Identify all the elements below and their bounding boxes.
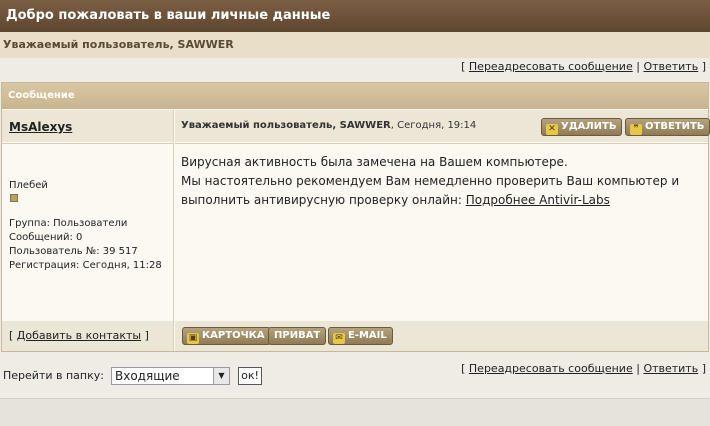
author-stats: Группа: Пользователи Сообщений: 0 Пользо… <box>9 217 162 273</box>
message-actions-top: [ Переадресовать сообщение | Ответить ] <box>461 60 706 73</box>
author-rank: Плебей <box>9 180 48 191</box>
reply-link[interactable]: Ответить <box>643 60 698 73</box>
dropdown-arrow-icon[interactable]: ▼ <box>213 368 229 384</box>
page-title: Добро пожаловать в ваши личные данные <box>0 0 710 32</box>
reply-link[interactable]: Ответить <box>643 362 698 375</box>
message-frame: Сообщение MsAlexys Уважаемый пользовател… <box>1 82 710 352</box>
private-label: ПРИВАТ <box>274 330 321 341</box>
bracket-open: [ <box>9 329 14 342</box>
author-link[interactable]: MsAlexys <box>9 120 72 134</box>
card-label: КАРТОЧКА <box>202 330 265 341</box>
bracket-close: ] <box>701 60 706 73</box>
reply-button[interactable]: ❞ ОТВЕТИТЬ <box>625 118 710 136</box>
quote-icon: ❞ <box>630 124 642 135</box>
forward-message-link[interactable]: Переадресовать сообщение <box>469 60 633 73</box>
reply-label: ОТВЕТИТЬ <box>645 121 705 132</box>
delete-button[interactable]: ✕ УДАЛИТЬ <box>541 118 623 136</box>
private-message-button[interactable]: ПРИВАТ <box>268 327 327 345</box>
bottom-band <box>0 398 710 426</box>
stat-posts: Сообщений: 0 <box>9 232 83 243</box>
email-label: E-MAIL <box>348 330 387 341</box>
welcome-banner: Уважаемый пользователь, SAWWER <box>0 32 710 58</box>
message-body-cell: Вирусная активность была замечена на Ваш… <box>175 143 708 321</box>
rank-pip-icon <box>10 194 18 202</box>
ok-button[interactable]: ок! <box>238 367 262 385</box>
bracket-close: ] <box>144 329 149 342</box>
profile-card-button[interactable]: ▣ КАРТОЧКА <box>182 327 271 345</box>
add-contact: [ Добавить в контакты ] <box>9 329 149 342</box>
message-section-header: Сообщение <box>2 83 708 109</box>
card-icon: ▣ <box>187 333 199 344</box>
delete-icon: ✕ <box>546 124 558 135</box>
bracket-open: [ <box>461 60 466 73</box>
profile-buttons: ▣ КАРТОЧКА ПРИВАТ ✉ E-MAIL <box>175 321 708 351</box>
forward-message-link[interactable]: Переадресовать сообщение <box>469 362 633 375</box>
message-subject: Уважаемый пользователь, SAWWER, Сегодня,… <box>181 120 476 131</box>
author-info: Плебей Группа: Пользователи Сообщений: 0… <box>2 143 174 321</box>
envelope-icon: ✉ <box>333 333 345 344</box>
message-actions-bottom: [ Переадресовать сообщение | Ответить ] <box>461 362 706 375</box>
message-body: Вирусная активность была замечена на Ваш… <box>181 153 701 210</box>
add-contact-link[interactable]: Добавить в контакты <box>17 329 141 342</box>
author-cell: MsAlexys <box>2 110 174 142</box>
separator: | <box>636 60 640 73</box>
stat-user-number: Пользователь №: 39 517 <box>9 246 138 257</box>
stat-registered: Регистрация: Сегодня, 11:28 <box>9 260 162 271</box>
folder-label: Перейти в папку: <box>3 369 104 382</box>
separator: | <box>636 362 640 375</box>
bracket-open: [ <box>461 362 466 375</box>
bracket-close: ] <box>701 362 706 375</box>
body-line-1: Вирусная активность была замечена на Ваш… <box>181 155 568 169</box>
subject-cell: Уважаемый пользователь, SAWWER, Сегодня,… <box>175 110 710 142</box>
antivir-link[interactable]: Подробнее Antivir-Labs <box>466 193 610 207</box>
email-button[interactable]: ✉ E-MAIL <box>328 327 393 345</box>
subject-text: Уважаемый пользователь, SAWWER <box>181 120 391 131</box>
message-date: , Сегодня, 19:14 <box>390 120 477 131</box>
folder-select[interactable]: Входящие ▼ <box>111 367 230 385</box>
contact-cell: [ Добавить в контакты ] <box>2 321 174 351</box>
delete-label: УДАЛИТЬ <box>561 121 617 132</box>
stat-group: Группа: Пользователи <box>9 218 128 229</box>
folder-selected-value: Входящие <box>115 369 180 383</box>
